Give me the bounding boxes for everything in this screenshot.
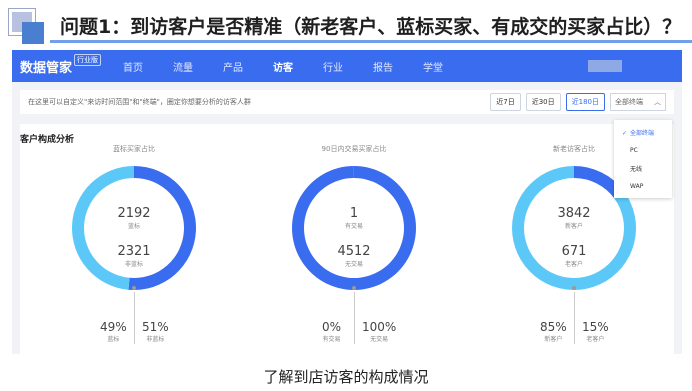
filter-hint: 在这里可以自定义"来访时间范围"和"终端"，圈定你想要分析的访客人群: [28, 98, 251, 106]
terminal-option-wireless[interactable]: 无线: [614, 159, 672, 178]
terminal-option-label: PC: [630, 147, 638, 154]
divider-line: [134, 292, 135, 344]
nav-item-traffic[interactable]: 流量: [173, 59, 193, 74]
count-b: 2321: [117, 244, 151, 259]
nav-item-products[interactable]: 产品: [223, 59, 243, 74]
count-a: 1: [349, 206, 359, 221]
count-b: 671: [561, 244, 587, 259]
chart-blue-label-buyers: 蓝标买家占比 2192 蓝标 2321 非蓝标 49% 蓝标 51% 非蓝标: [54, 144, 214, 344]
range-7d-button[interactable]: 近7日: [490, 93, 521, 111]
divider-line: [354, 292, 355, 344]
percent-b: 15%: [582, 320, 609, 334]
brand-tag: 行业版: [74, 54, 102, 66]
count-b: 4512: [337, 244, 371, 259]
percent-b-label: 无交易: [370, 336, 389, 343]
percent-b-label: 老客户: [586, 336, 605, 343]
count-a-label: 新客户: [564, 223, 583, 230]
center-dot: [352, 286, 356, 290]
count-b-label: 老客户: [564, 261, 583, 268]
terminal-option-pc[interactable]: PC: [614, 142, 672, 159]
terminal-option-label: WAP: [630, 183, 644, 190]
nav-item-reports[interactable]: 报告: [373, 59, 393, 74]
chart-90d-transaction-buyers: 90日内交易买家占比 1 有交易 4512 无交易 0% 有交易 100% 无交易: [274, 144, 434, 344]
slide-title: 问题1：到访客户是否精准（新老客户、蓝标买家、有成交的买家占比）？: [60, 16, 682, 38]
brand-logo[interactable]: 数据管家: [20, 57, 72, 76]
count-b-label: 无交易: [344, 261, 363, 268]
count-b-label: 非蓝标: [124, 261, 143, 268]
slide-caption: 了解到店访客的构成情况: [263, 368, 429, 386]
range-30d-button[interactable]: 近30日: [525, 93, 561, 111]
percent-a-label: 新客户: [544, 336, 563, 343]
percent-a: 85%: [540, 320, 567, 334]
count-a: 2192: [117, 206, 151, 221]
terminal-option-label: 无线: [630, 166, 643, 173]
terminal-option-all[interactable]: ✓ 全部终端: [614, 123, 672, 142]
nav-item-visitors[interactable]: 访客: [273, 59, 293, 74]
nav-item-academy[interactable]: 学堂: [423, 59, 443, 74]
range-180d-button[interactable]: 近180日: [565, 93, 605, 111]
title-rule: [50, 40, 692, 43]
chart-title: 90日内交易买家占比: [321, 145, 387, 153]
percent-a: 0%: [322, 320, 342, 334]
divider-line: [574, 292, 575, 344]
terminal-dropdown-menu: ✓ 全部终端 PC 无线 WAP: [614, 120, 672, 198]
terminal-option-label: 全部终端: [630, 130, 655, 137]
nav-item-industry[interactable]: 行业: [323, 59, 343, 74]
percent-b: 51%: [142, 320, 169, 334]
count-a: 3842: [557, 206, 591, 221]
chart-title: 蓝标买家占比: [113, 145, 155, 153]
percent-a-label: 有交易: [322, 336, 341, 343]
nav-item-home[interactable]: 首页: [123, 59, 143, 74]
center-dot: [572, 286, 576, 290]
terminal-select-value: 全部终端: [615, 98, 643, 106]
user-avatar-blurred[interactable]: [588, 60, 622, 72]
title-decoration-square-dark: [22, 22, 44, 44]
center-dot: [132, 286, 136, 290]
percent-b: 100%: [362, 320, 397, 334]
app-screenshot: 数据管家 行业版 首页 流量 产品 访客 行业 报告 学堂 在这里可以自定义"来…: [12, 50, 682, 354]
top-nav: 数据管家 行业版 首页 流量 产品 访客 行业 报告 学堂: [12, 50, 682, 82]
customer-composition-panel: 客户构成分析 蓝标买家占比 2192 蓝标 2321 非蓝标 49% 蓝标 51% 非蓝…: [20, 124, 674, 354]
terminal-select[interactable]: 全部终端 ︿: [610, 93, 666, 111]
percent-a-label: 蓝标: [107, 336, 120, 343]
percent-b-label: 非蓝标: [146, 336, 165, 343]
count-a-label: 蓝标: [127, 223, 140, 230]
percent-a: 49%: [100, 320, 127, 334]
terminal-option-wap[interactable]: WAP: [614, 178, 672, 195]
chevron-up-icon: ︿: [654, 98, 661, 106]
filter-bar: 在这里可以自定义"来访时间范围"和"终端"，圈定你想要分析的访客人群 近7日 近…: [20, 90, 674, 114]
count-a-label: 有交易: [344, 223, 363, 230]
check-icon: ✓: [622, 130, 628, 137]
